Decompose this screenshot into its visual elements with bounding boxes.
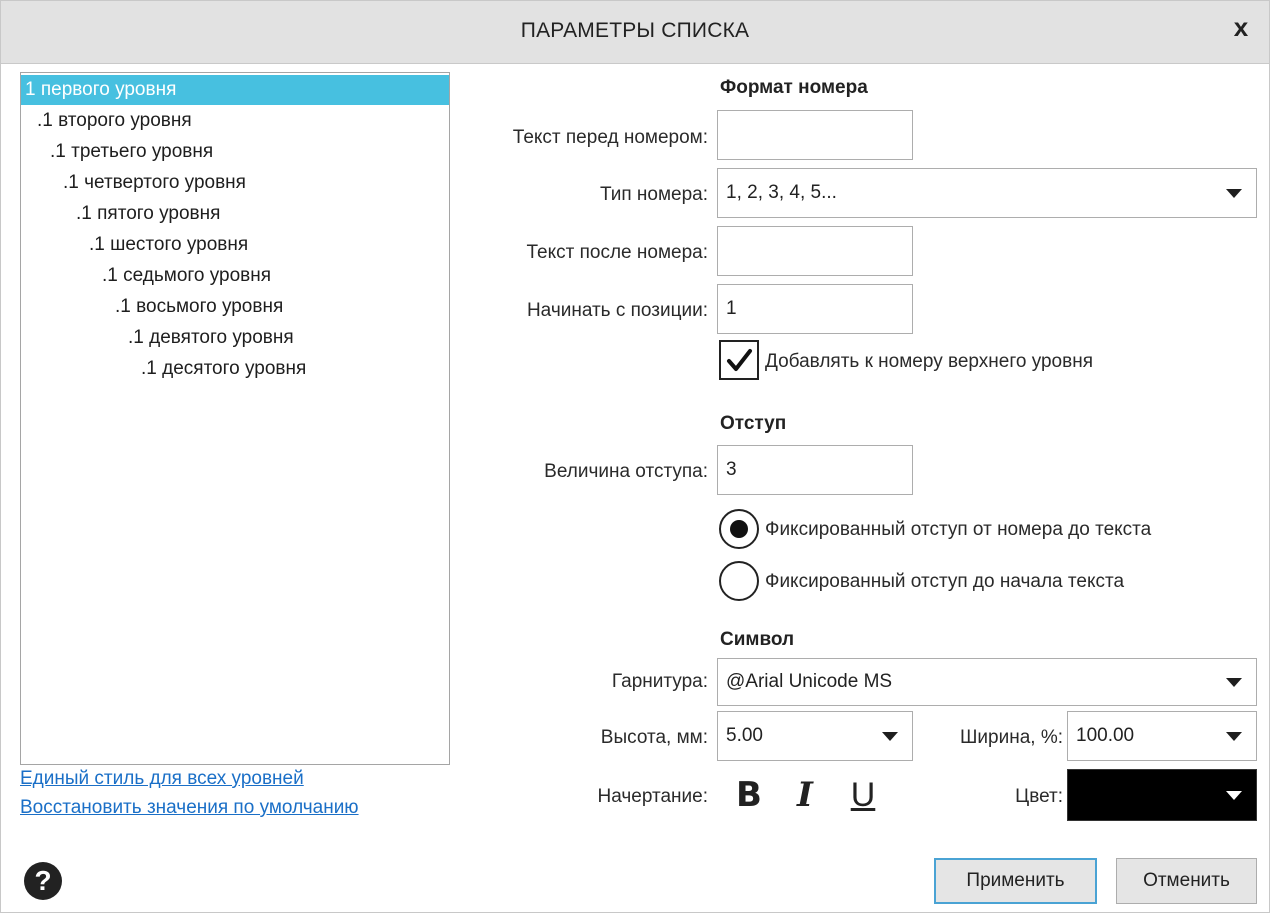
- indent-size-label: Величина отступа:: [544, 461, 708, 482]
- start-position-input[interactable]: 1: [717, 284, 913, 334]
- width-value: 100.00: [1076, 725, 1135, 746]
- text-before-label: Текст перед номером:: [512, 127, 708, 148]
- add-upper-level-checkbox[interactable]: [719, 340, 759, 380]
- underline-button[interactable]: U: [843, 772, 883, 818]
- height-select[interactable]: 5.00: [717, 711, 913, 761]
- font-select[interactable]: @Arial Unicode MS: [717, 658, 1257, 706]
- radio-fixed-to-text[interactable]: [719, 561, 759, 601]
- number-type-label: Тип номера:: [599, 184, 708, 205]
- dialog-title: ПАРАМЕТРЫ СПИСКА: [520, 19, 750, 42]
- add-upper-level-label: Добавлять к номеру верхнего уровня: [765, 351, 1094, 372]
- level-item-10[interactable]: .1 десятого уровня: [21, 354, 449, 384]
- dropdown-caret-icon: [1226, 732, 1242, 741]
- level-item-2[interactable]: .1 второго уровня: [21, 106, 449, 136]
- width-label: Ширина, %:: [960, 727, 1063, 748]
- level-item-3[interactable]: .1 третьего уровня: [21, 137, 449, 167]
- fixed-from-number-label: Фиксированный отступ от номера до текста: [765, 519, 1152, 540]
- number-format-heading: Формат номера: [720, 77, 868, 98]
- symbol-heading: Символ: [720, 629, 795, 650]
- font-value: @Arial Unicode MS: [726, 671, 893, 692]
- height-label: Высота, мм:: [600, 727, 708, 748]
- style-label: Начертание:: [597, 786, 709, 807]
- level-item-7[interactable]: .1 седьмого уровня: [21, 261, 449, 291]
- dropdown-caret-icon: [1226, 189, 1242, 198]
- indent-heading: Отступ: [720, 413, 787, 434]
- level-list[interactable]: 1 первого уровня .1 второго уровня .1 тр…: [20, 72, 450, 765]
- color-label: Цвет:: [1015, 786, 1063, 807]
- title-bar: ПАРАМЕТРЫ СПИСКА x: [1, 1, 1269, 64]
- bold-button[interactable]: B: [729, 772, 769, 818]
- number-type-value: 1, 2, 3, 4, 5...: [726, 182, 837, 203]
- indent-size-input[interactable]: 3: [717, 445, 913, 495]
- dropdown-caret-icon: [1226, 678, 1242, 687]
- apply-button[interactable]: Применить: [934, 858, 1097, 904]
- close-icon[interactable]: x: [1227, 13, 1255, 41]
- level-item-8[interactable]: .1 восьмого уровня: [21, 292, 449, 322]
- level-item-5[interactable]: .1 пятого уровня: [21, 199, 449, 229]
- cancel-button[interactable]: Отменить: [1116, 858, 1257, 904]
- radio-fixed-from-number[interactable]: [719, 509, 759, 549]
- unified-style-link[interactable]: Единый стиль для всех уровней: [20, 768, 304, 790]
- level-item-4[interactable]: .1 четвертого уровня: [21, 168, 449, 198]
- height-value: 5.00: [726, 725, 763, 746]
- width-select[interactable]: 100.00: [1067, 711, 1257, 761]
- start-position-label: Начинать с позиции:: [526, 300, 708, 321]
- level-item-1[interactable]: 1 первого уровня: [21, 75, 449, 105]
- text-after-label: Текст после номера:: [526, 242, 708, 263]
- text-before-input[interactable]: [717, 110, 913, 160]
- level-item-6[interactable]: .1 шестого уровня: [21, 230, 449, 260]
- level-item-9[interactable]: .1 девятого уровня: [21, 323, 449, 353]
- radio-selected-icon: [730, 520, 748, 538]
- color-select[interactable]: [1067, 769, 1257, 821]
- italic-button[interactable]: I: [785, 772, 825, 818]
- font-label: Гарнитура:: [611, 671, 708, 692]
- dropdown-caret-icon: [1226, 791, 1242, 800]
- restore-defaults-link[interactable]: Восстановить значения по умолчанию: [20, 797, 359, 819]
- number-type-select[interactable]: 1, 2, 3, 4, 5...: [717, 168, 1257, 218]
- text-after-input[interactable]: [717, 226, 913, 276]
- help-icon[interactable]: ?: [24, 862, 62, 900]
- checkmark-icon: [727, 349, 752, 371]
- fixed-to-text-label: Фиксированный отступ до начала текста: [765, 571, 1125, 592]
- list-parameters-dialog: ПАРАМЕТРЫ СПИСКА x 1 первого уровня .1 в…: [0, 0, 1270, 913]
- dropdown-caret-icon: [882, 732, 898, 741]
